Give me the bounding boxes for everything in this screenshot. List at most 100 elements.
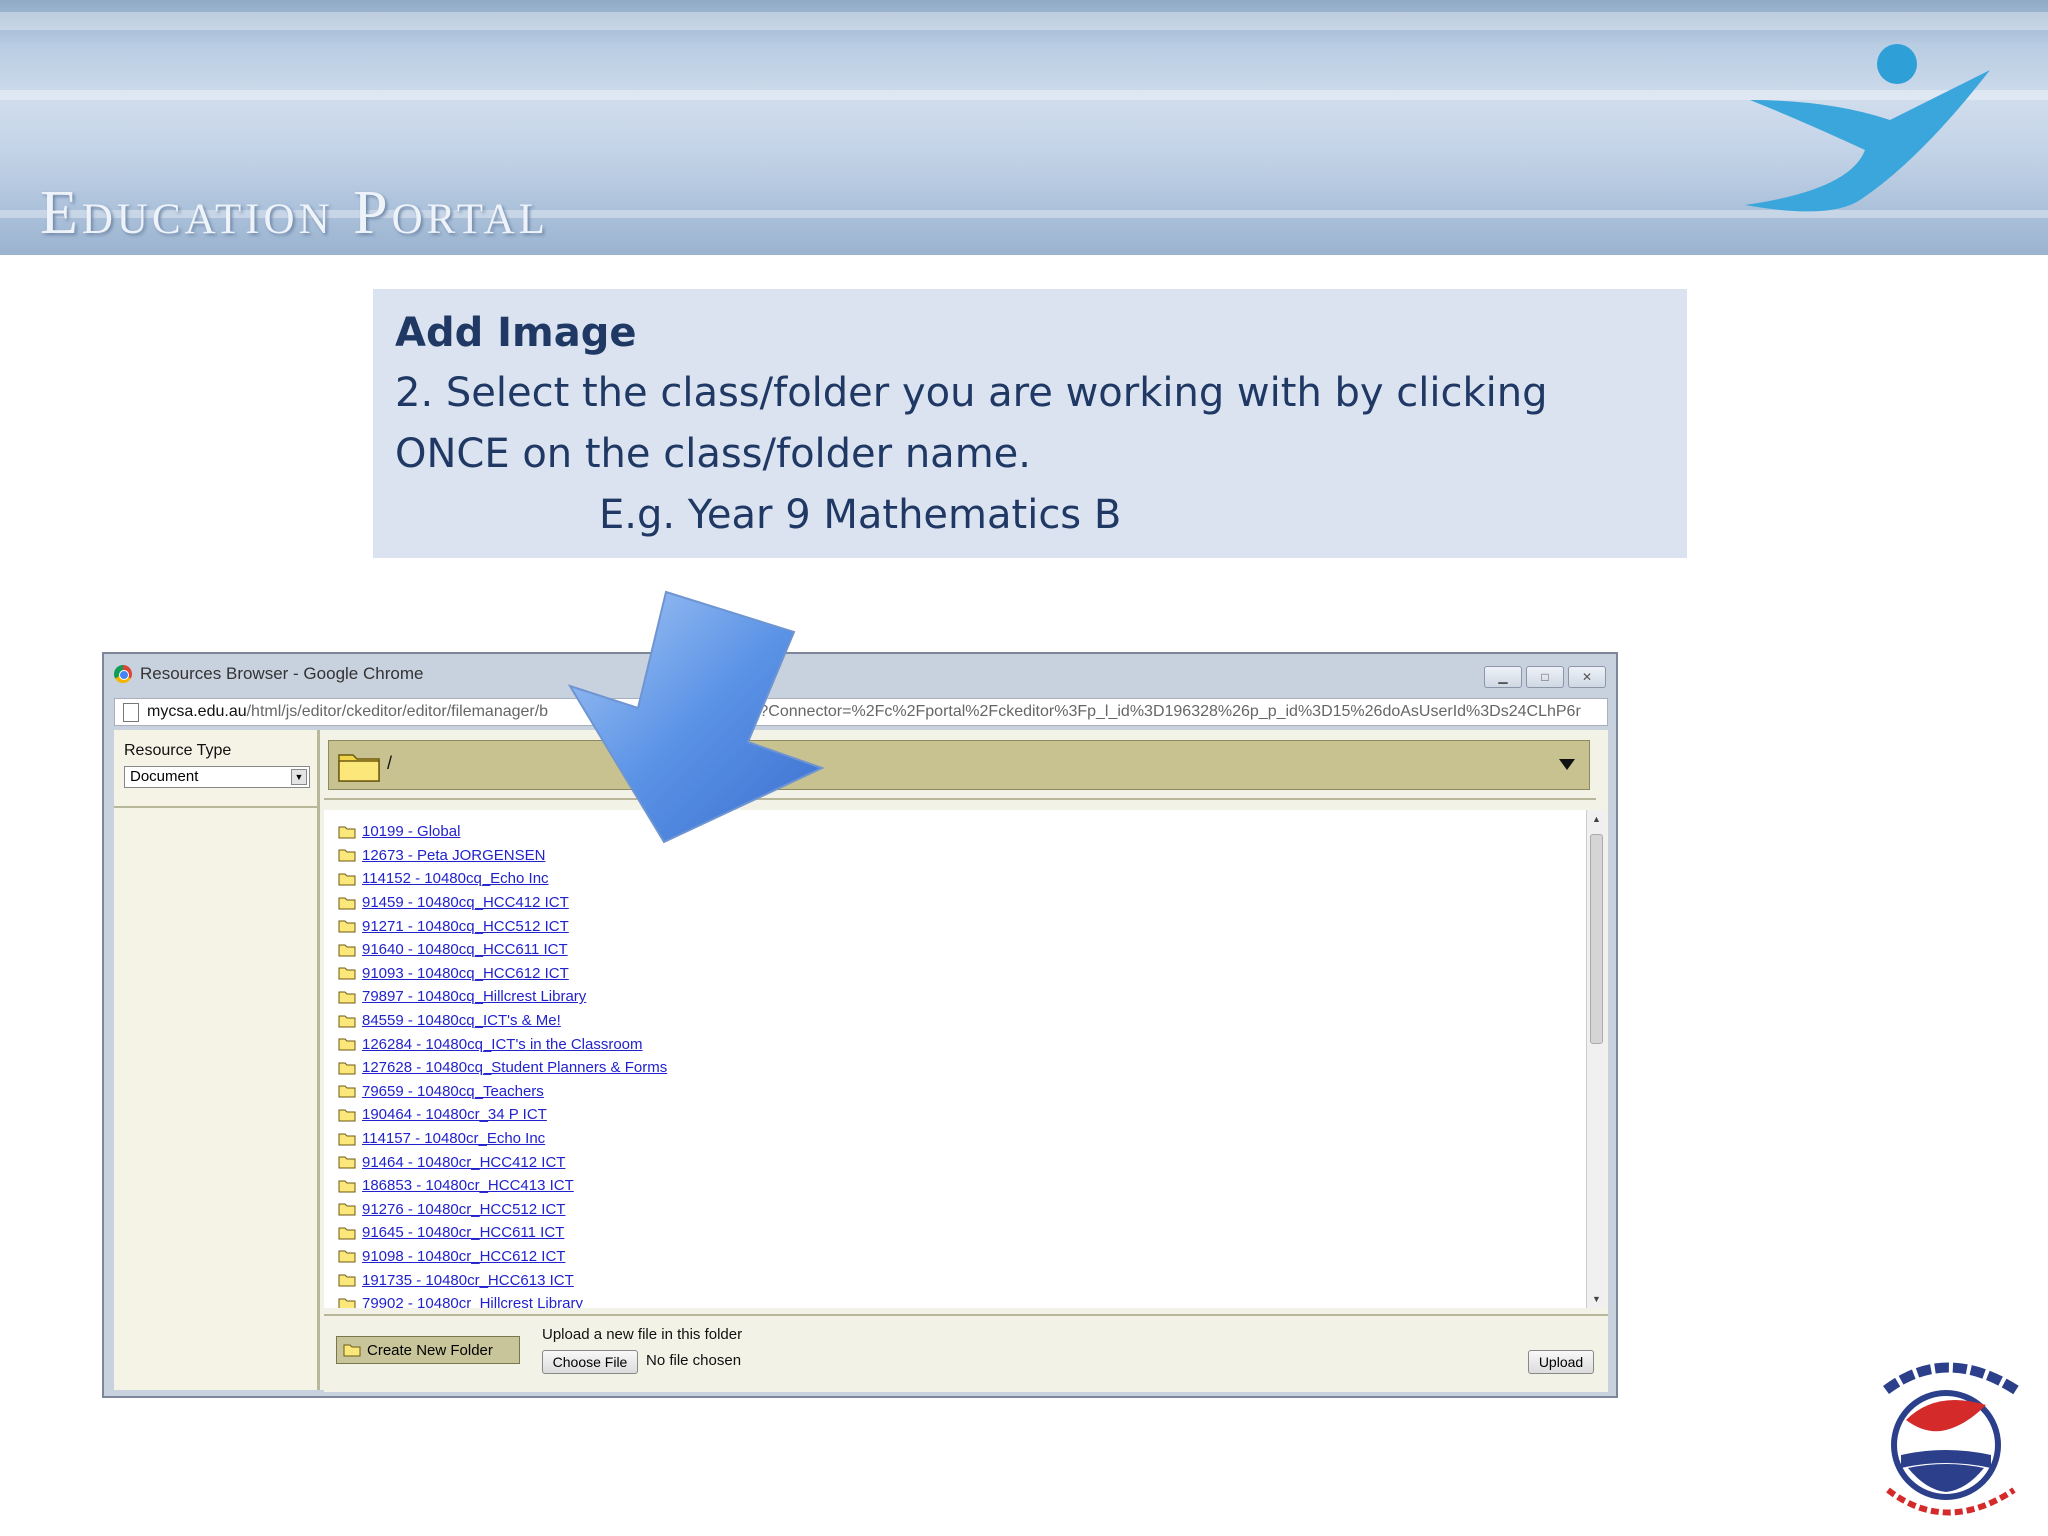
figure-logo-icon [1745,44,1990,212]
folder-icon [338,1085,356,1098]
instruction-heading: Add Image [395,310,637,356]
folder-list-item[interactable]: 91464 - 10480cr_HCC412 ICT [338,1150,1586,1174]
folder-icon [338,920,356,933]
instruction-line-1: 2. Select the class/folder you are worki… [395,370,1548,416]
resource-type-value: Document [130,768,199,785]
folder-list: 10199 - Global 12673 - Peta JORGENSEN 1141… [324,810,1586,1308]
folder-icon [338,1015,356,1028]
scrollbar[interactable]: ▲ ▼ [1586,810,1606,1308]
minimize-button[interactable]: ▁ [1484,666,1522,688]
create-new-folder-label: Create New Folder [367,1341,493,1359]
folder-list-item[interactable]: 91276 - 10480cr_HCC512 ICT [338,1198,1586,1222]
folder-link[interactable]: 186853 - 10480cr_HCC413 ICT [362,1177,574,1194]
chevron-down-icon[interactable]: ▼ [291,769,307,785]
folder-list-item[interactable]: 186853 - 10480cr_HCC413 ICT [338,1174,1586,1198]
folder-icon [338,873,356,886]
hillcrest-crest-logo [1883,1362,2019,1516]
folder-list-item[interactable]: 127628 - 10480cq_Student Planners & Form… [338,1056,1586,1080]
browser-window: Resources Browser - Google Chrome ▁ □ ✕ … [102,652,1618,1398]
folder-icon [338,1274,356,1287]
folder-list-item[interactable]: 91098 - 10480cr_HCC612 ICT [338,1245,1586,1269]
upload-button[interactable]: Upload [1528,1350,1594,1374]
folder-icon [338,1133,356,1146]
folder-link[interactable]: 12673 - Peta JORGENSEN [362,847,545,864]
right-pane: / 10199 - Global 12673 - Peta JORGENSEN 11… [324,730,1608,1392]
folder-link[interactable]: 79902 - 10480cr_Hillcrest Library [362,1295,583,1308]
folder-list-item[interactable]: 91271 - 10480cq_HCC512 ICT [338,914,1586,938]
folder-list-item[interactable]: 91459 - 10480cq_HCC412 ICT [338,891,1586,915]
resource-type-select[interactable]: Document ▼ [124,766,310,788]
folder-link[interactable]: 127628 - 10480cq_Student Planners & Form… [362,1059,667,1076]
divider [324,798,1596,800]
folder-list-item[interactable]: 91640 - 10480cq_HCC611 ICT [338,938,1586,962]
bottom-toolbar: Create New Folder Upload a new file in t… [324,1314,1608,1392]
folder-icon [338,826,356,839]
folder-icon [338,754,380,782]
folder-list-item[interactable]: 126284 - 10480cq_ICT's in the Classroom [338,1032,1586,1056]
resource-type-label: Resource Type [124,742,232,759]
pointer-arrow-icon [567,590,825,844]
url-tail: tml?Connector=%2Fc%2Fportal%2Fckeditor%3… [738,703,1581,720]
instruction-line-2: ONCE on the class/folder name. [395,431,1031,477]
folder-link[interactable]: 84559 - 10480cq_ICT's & Me! [362,1012,561,1029]
scroll-thumb[interactable] [1590,834,1603,1044]
folder-list-item[interactable]: 114152 - 10480cq_Echo Inc [338,867,1586,891]
folder-link[interactable]: 91640 - 10480cq_HCC611 ICT [362,941,568,958]
folder-link[interactable]: 91093 - 10480cq_HCC612 ICT [362,965,569,982]
folder-icon [338,991,356,1004]
divider [114,806,320,808]
folder-list-item[interactable]: 114157 - 10480cr_Echo Inc [338,1127,1586,1151]
folder-icon [338,1250,356,1263]
folder-link[interactable]: 114152 - 10480cq_Echo Inc [362,870,549,887]
folder-list-item[interactable]: 12673 - Peta JORGENSEN [338,844,1586,868]
folder-link[interactable]: 190464 - 10480cr_34 P ICT [362,1106,547,1123]
choose-file-button[interactable]: Choose File [542,1350,638,1374]
folder-list-item[interactable]: 190464 - 10480cr_34 P ICT [338,1103,1586,1127]
folder-icon [338,897,356,910]
folder-link[interactable]: 91459 - 10480cq_HCC412 ICT [362,894,569,911]
folder-icon [338,1062,356,1075]
folder-link[interactable]: 126284 - 10480cq_ICT's in the Classroom [362,1036,643,1053]
scroll-down-icon[interactable]: ▼ [1587,1290,1606,1308]
folder-icon [338,1156,356,1169]
maximize-button[interactable]: □ [1526,666,1564,688]
folder-list-item[interactable]: 79659 - 10480cq_Teachers [338,1080,1586,1104]
folder-link[interactable]: 79659 - 10480cq_Teachers [362,1083,544,1100]
folder-list-item[interactable]: 79902 - 10480cr_Hillcrest Library [338,1292,1586,1308]
folder-list-item[interactable]: 191735 - 10480cr_HCC613 ICT [338,1268,1586,1292]
window-title: Resources Browser - Google Chrome [140,664,424,683]
folder-link[interactable]: 91098 - 10480cr_HCC612 ICT [362,1248,565,1265]
folder-icon [338,849,356,862]
window-controls: ▁ □ ✕ [1484,666,1606,688]
folder-path-bar[interactable]: / [328,740,1590,790]
folder-icon [338,1109,356,1122]
left-pane: Resource Type Document ▼ [114,730,320,1390]
folder-icon [338,944,356,957]
folder-icon [338,1038,356,1051]
file-manager: Resource Type Document ▼ / 10199 - Globa… [114,730,1608,1392]
chevron-down-icon[interactable] [1559,759,1575,770]
folder-list-item[interactable]: 91645 - 10480cr_HCC611 ICT [338,1221,1586,1245]
folder-icon [338,967,356,980]
folder-link[interactable]: 91271 - 10480cq_HCC512 ICT [362,918,569,935]
folder-link[interactable]: 114157 - 10480cr_Echo Inc [362,1130,545,1147]
create-new-folder-button[interactable]: Create New Folder [336,1336,520,1364]
folder-link[interactable]: 91276 - 10480cr_HCC512 ICT [362,1201,565,1218]
folder-link[interactable]: 10199 - Global [362,823,460,840]
folder-list-item[interactable]: 84559 - 10480cq_ICT's & Me! [338,1009,1586,1033]
folder-link[interactable]: 191735 - 10480cr_HCC613 ICT [362,1272,574,1289]
folder-icon [338,1298,356,1308]
folder-list-item[interactable]: 79897 - 10480cq_Hillcrest Library [338,985,1586,1009]
chrome-icon [114,665,132,683]
instruction-example: E.g. Year 9 Mathematics B [599,492,1122,538]
address-bar[interactable]: mycsa.edu.au/html/js/editor/ckeditor/edi… [114,698,1608,726]
folder-link[interactable]: 91464 - 10480cr_HCC412 ICT [362,1154,565,1171]
page-icon [123,702,139,722]
folder-link[interactable]: 91645 - 10480cr_HCC611 ICT [362,1224,564,1241]
folder-list-item[interactable]: 10199 - Global [338,820,1586,844]
close-button[interactable]: ✕ [1568,666,1606,688]
folder-list-item[interactable]: 91093 - 10480cq_HCC612 ICT [338,962,1586,986]
folder-link[interactable]: 79897 - 10480cq_Hillcrest Library [362,988,586,1005]
folder-icon [343,1344,361,1357]
scroll-up-icon[interactable]: ▲ [1587,810,1606,828]
